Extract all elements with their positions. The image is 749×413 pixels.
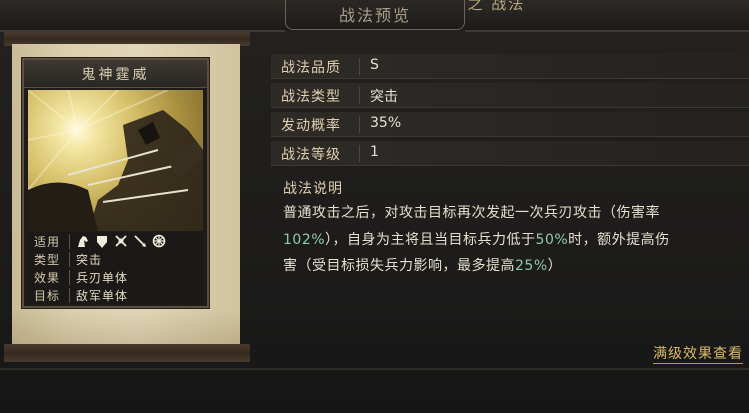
damage-rate-value: 102% xyxy=(283,232,326,248)
stat-separator xyxy=(69,288,70,303)
info-separator xyxy=(359,58,360,75)
description-line-2: 102%），自身为主将且当目标兵力低于50%时，额外提高伤 xyxy=(283,229,670,249)
header-divider-right xyxy=(465,30,749,32)
description-text: ），自身为主将且当目标兵力低于 xyxy=(325,232,536,248)
info-separator xyxy=(359,145,360,162)
stat-value: 兵刃单体 xyxy=(76,271,129,285)
info-value: 1 xyxy=(370,144,379,160)
skill-illustration xyxy=(28,90,203,231)
stat-row-type: 类型 突击 xyxy=(28,250,203,268)
max-bonus-value: 25% xyxy=(515,258,548,274)
description-text: 普通攻击之后，对攻击目标再次发起一次兵刃攻击（伤害率 xyxy=(283,205,660,221)
info-separator xyxy=(359,116,360,133)
info-value: 35% xyxy=(370,115,402,131)
skill-preview-screen: 【 】 之 战法 战法预览 鬼神霆威 适用 类型 突击 效果 兵刃单体 目标 敌… xyxy=(0,0,749,413)
wheel-icon xyxy=(152,234,166,248)
stat-label: 效果 xyxy=(34,271,61,285)
stat-separator xyxy=(69,234,70,249)
description-title: 战法说明 xyxy=(283,181,343,197)
skill-card: 鬼神霆威 适用 类型 突击 效果 兵刃单体 目标 敌军单体 xyxy=(22,58,209,308)
description-line-3: 害（受目标损失兵力影响，最多提高25%） xyxy=(283,255,562,275)
stat-row-applicable: 适用 xyxy=(28,232,203,250)
spear-icon xyxy=(133,234,147,248)
info-row-type: 战法类型 突击 xyxy=(271,83,749,108)
info-value: 突击 xyxy=(370,89,398,105)
troop-threshold-value: 50% xyxy=(535,232,569,248)
info-value: S xyxy=(370,57,379,73)
skill-name: 鬼神霆威 xyxy=(81,67,150,83)
stat-separator xyxy=(69,252,70,267)
cavalry-icon xyxy=(76,234,90,248)
full-level-effect-link[interactable]: 满级效果查看 xyxy=(653,343,743,364)
info-label: 战法等级 xyxy=(281,147,341,163)
description-text: 时，额外提高伤 xyxy=(568,232,670,248)
stat-label: 适用 xyxy=(34,235,61,249)
stat-row-effect: 效果 兵刃单体 xyxy=(28,268,203,286)
info-row-quality: 战法品质 S xyxy=(271,54,749,79)
stat-value: 突击 xyxy=(76,253,103,267)
stat-separator xyxy=(69,270,70,285)
crossed-swords-icon xyxy=(114,234,128,248)
stat-value: 敌军单体 xyxy=(76,289,129,303)
info-separator xyxy=(359,87,360,104)
stat-label: 目标 xyxy=(34,289,61,303)
info-row-probability: 发动概率 35% xyxy=(271,112,749,137)
scroll-bottom-rod xyxy=(4,344,250,362)
panel-title: 战法预览 xyxy=(338,6,411,25)
description-text: ） xyxy=(547,258,563,274)
description-line-1: 普通攻击之后，对攻击目标再次发起一次兵刃攻击（伤害率 xyxy=(283,202,660,222)
info-row-level: 战法等级 1 xyxy=(271,141,749,166)
card-stats: 适用 类型 突击 效果 兵刃单体 目标 敌军单体 xyxy=(28,232,203,304)
shield-icon xyxy=(95,234,109,248)
info-label: 发动概率 xyxy=(281,118,341,134)
panel-title-tab: 战法预览 xyxy=(285,0,465,30)
footer-divider xyxy=(0,368,749,370)
info-label: 战法品质 xyxy=(281,60,341,76)
stat-label: 类型 xyxy=(34,253,61,267)
troop-type-icons xyxy=(76,232,166,250)
stat-row-target: 目标 敌军单体 xyxy=(28,286,203,304)
description-text: 害（受目标损失兵力影响，最多提高 xyxy=(283,258,515,274)
info-label: 战法类型 xyxy=(281,89,341,105)
card-title-bar: 鬼神霆威 xyxy=(24,60,207,88)
